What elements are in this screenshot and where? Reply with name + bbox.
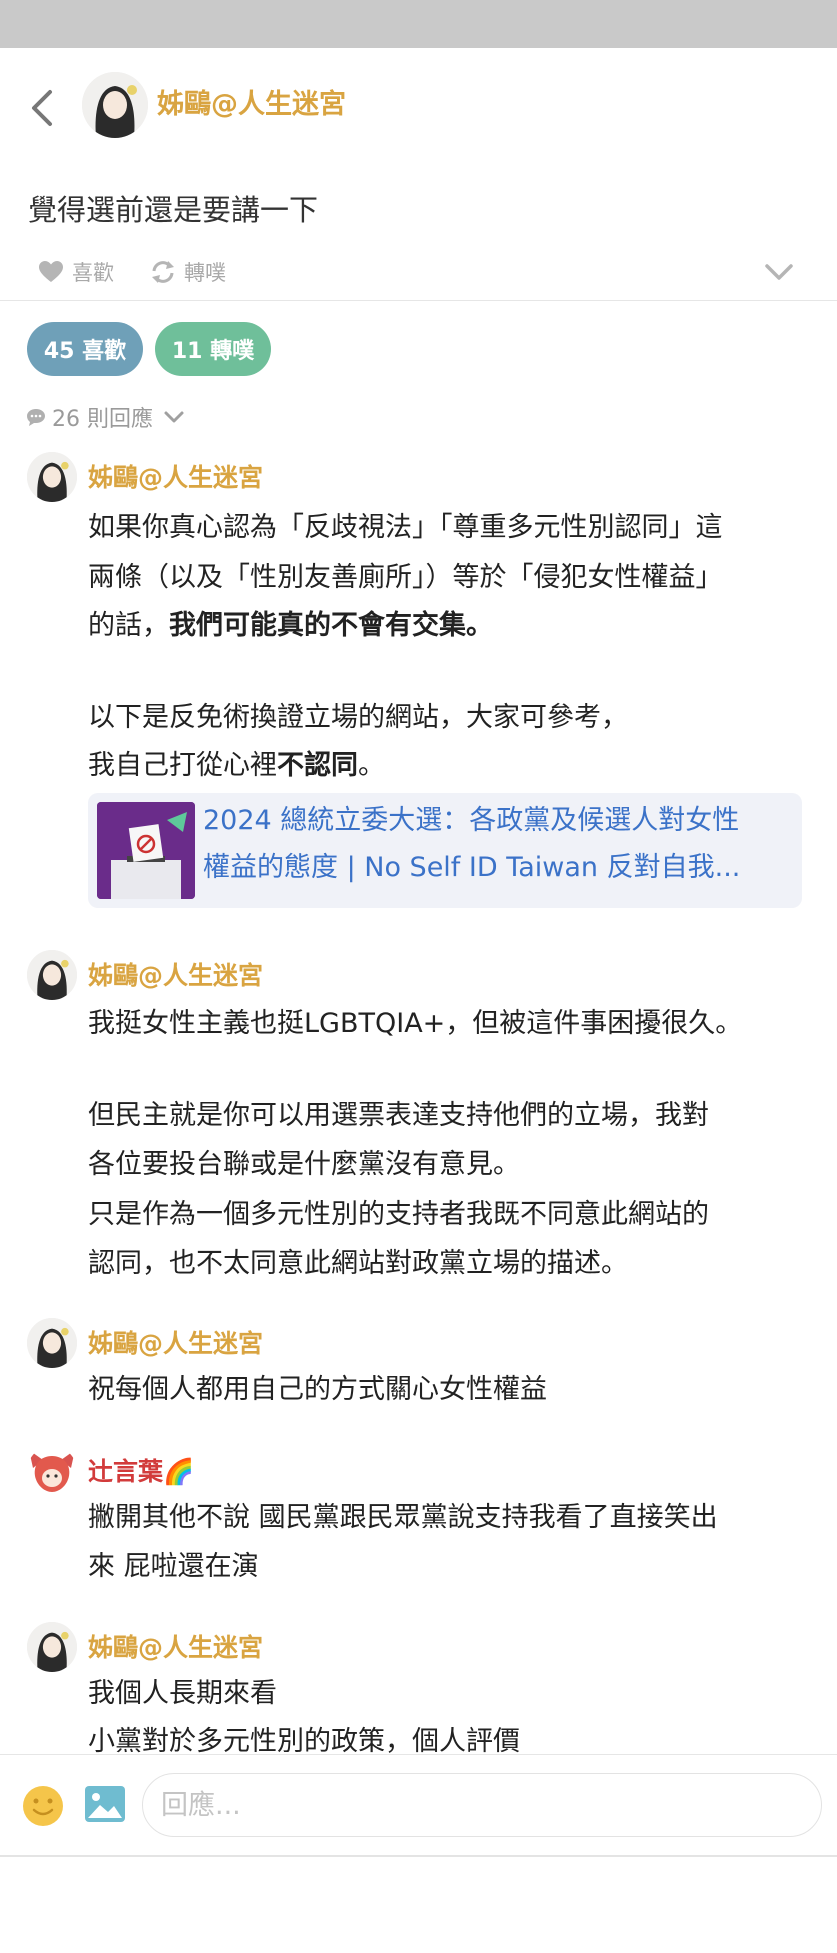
commenter-name[interactable]: 姊鷗@人生迷宮 (88, 1328, 263, 1360)
avatar-image (27, 1318, 77, 1368)
avatar-image (27, 1622, 77, 1672)
chevron-left-icon (32, 90, 52, 126)
comment-text-line: 如果你真心認為「反歧視法」「尊重多元性別認同」這 (88, 512, 723, 543)
emoji-button[interactable] (22, 1785, 64, 1827)
reposts-count-pill[interactable]: 11 轉噗 (155, 322, 271, 376)
repost-label: 轉噗 (184, 261, 226, 285)
post-content: 覺得選前還是要講一下 (28, 193, 319, 227)
back-button[interactable] (26, 86, 58, 130)
link-title-line: 權益的態度 | No Self ID Taiwan 反對自我... (203, 852, 741, 883)
comment-text-line: 兩條（以及「性別友善廁所」）等於「侵犯女性權益」 (88, 562, 723, 593)
speech-bubble-icon (27, 409, 45, 426)
comment-text-line: 我個人長期來看 (88, 1678, 277, 1709)
comment-text-line: 但民主就是你可以用選票表達支持他們的立場，我對 (88, 1100, 709, 1131)
likes-count-pill[interactable]: 45 喜歡 (27, 322, 143, 376)
heart-icon (39, 261, 63, 282)
post-actions: 喜歡 轉噗 (0, 250, 837, 294)
link-preview-card[interactable]: 2024 總統立委大選：各政黨及候選人對女性 權益的態度 | No Self I… (88, 793, 802, 908)
ballot-box-image (97, 802, 195, 899)
reply-input[interactable] (142, 1773, 822, 1837)
comment-bold-text: 不認同 (277, 750, 358, 781)
link-title-line: 2024 總統立委大選：各政黨及候選人對女性 (203, 805, 740, 836)
repost-button[interactable]: 轉噗 (150, 250, 226, 294)
commenter-avatar[interactable] (27, 1622, 77, 1672)
comment-text-line: 的話，我們可能真的不會有交集。 (88, 608, 493, 644)
comment-bold-text: 我們可能真的不會有交集。 (169, 610, 493, 641)
avatar-image (82, 72, 148, 138)
comment-text-line: 認同，也不太同意此網站對政黨立場的描述。 (88, 1248, 628, 1279)
comment-text: 。 (358, 750, 385, 781)
comment-text-line: 來 屁啦還在演 (88, 1551, 259, 1582)
post-header: 姊鷗@人生迷宮 (0, 48, 837, 166)
avatar-image (27, 950, 77, 1000)
comment-text-line: 撇開其他不說 國民黨跟民眾黨說支持我看了直接笑出 (88, 1502, 718, 1533)
commenter-name[interactable]: 辻言葉🌈 (88, 1456, 194, 1488)
repost-icon (152, 261, 174, 283)
smiley-icon (23, 1786, 63, 1826)
avatar-image (27, 1446, 77, 1496)
comment-text: 的話， (88, 610, 169, 641)
responses-label: 26 則回應 (52, 407, 153, 432)
divider (0, 1855, 837, 1857)
comment-text-line: 祝每個人都用自己的方式關心女性權益 (88, 1374, 547, 1405)
commenter-avatar[interactable] (27, 452, 77, 502)
comment-text-line: 我挺女性主義也挺LGBTQIA+，但被這件事困擾很久。 (88, 1008, 743, 1039)
chevron-down-icon (164, 411, 184, 423)
commenter-name[interactable]: 姊鷗@人生迷宮 (88, 1632, 263, 1664)
comment-text-line: 我自己打從心裡不認同。 (88, 748, 385, 784)
more-options-button[interactable] (764, 250, 802, 294)
commenter-avatar[interactable] (27, 950, 77, 1000)
status-bar (0, 0, 837, 48)
author-name[interactable]: 姊鷗@人生迷宮 (157, 88, 346, 122)
chevron-down-icon (765, 264, 793, 280)
reply-composer (0, 1754, 837, 1854)
comment-text-line: 只是作為一個多元性別的支持者我既不同意此網站的 (88, 1199, 709, 1230)
link-thumbnail (97, 802, 195, 899)
like-label: 喜歡 (72, 261, 114, 285)
comment-text-line: 以下是反免術換證立場的網站，大家可參考， (88, 702, 628, 733)
comment-text: 我自己打從心裡 (88, 750, 277, 781)
commenter-avatar[interactable] (27, 1446, 77, 1496)
add-image-button[interactable] (84, 1785, 126, 1823)
commenter-name[interactable]: 姊鷗@人生迷宮 (88, 462, 263, 494)
comment-text-line: 各位要投台聯或是什麼黨沒有意見。 (88, 1149, 520, 1180)
image-icon (85, 1786, 125, 1822)
responses-count[interactable]: 26 則回應 (26, 400, 191, 434)
avatar-image (27, 452, 77, 502)
commenter-name[interactable]: 姊鷗@人生迷宮 (88, 960, 263, 992)
commenter-avatar[interactable] (27, 1318, 77, 1368)
divider (0, 300, 837, 301)
author-avatar[interactable] (82, 72, 148, 138)
like-button[interactable]: 喜歡 (38, 250, 114, 294)
